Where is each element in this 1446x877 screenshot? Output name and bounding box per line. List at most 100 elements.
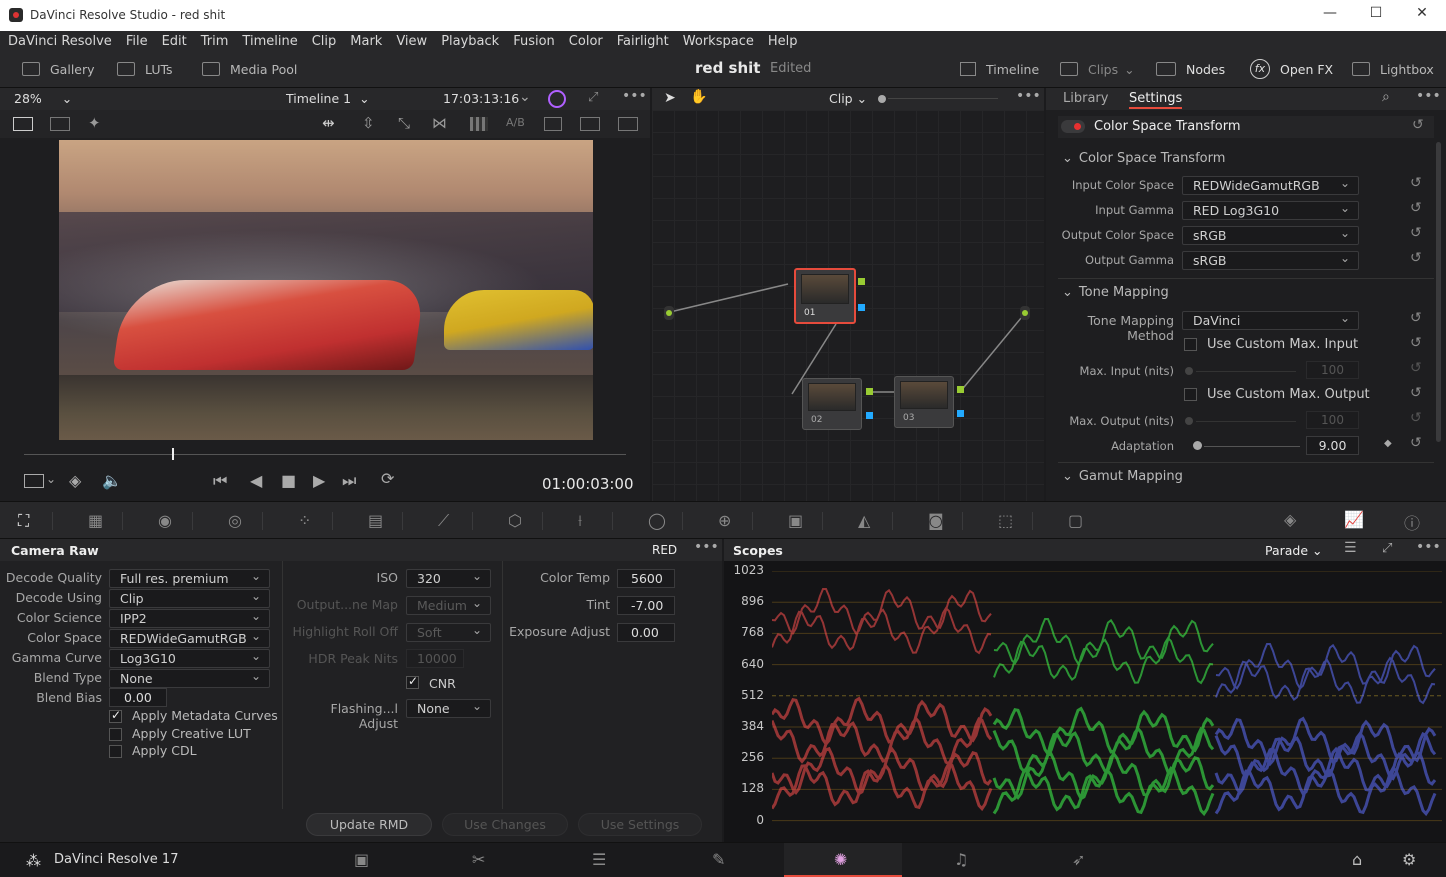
magic-wand-icon[interactable]: ✦	[88, 114, 101, 132]
raw-checkbox[interactable]	[109, 710, 122, 723]
reset-icon[interactable]: ↺	[1410, 250, 1422, 266]
reset-icon[interactable]: ↺	[1410, 310, 1422, 326]
viewer-mode-icon[interactable]	[24, 474, 44, 488]
menu-timeline[interactable]: Timeline	[242, 34, 297, 49]
lightbox-button[interactable]: Lightbox	[1352, 59, 1434, 79]
source-input[interactable]	[664, 306, 674, 320]
color-wheels-icon[interactable]: ◉	[158, 511, 172, 530]
playhead[interactable]	[172, 448, 174, 460]
max-output-field[interactable]: 100	[1306, 411, 1359, 429]
more-options-icon[interactable]: •••	[622, 88, 647, 104]
effect-toggle[interactable]	[1061, 120, 1085, 133]
flashing-dropdown[interactable]: None	[406, 699, 491, 718]
play-reverse-icon[interactable]: ◀	[250, 471, 262, 490]
tab-settings[interactable]: Settings	[1129, 91, 1183, 109]
raw-mid-dropdown[interactable]: 320	[406, 569, 491, 588]
menu-help[interactable]: Help	[768, 34, 798, 49]
zoom-dropdown[interactable]: 28% ⌄	[14, 91, 72, 106]
reset-icon[interactable]: ↺	[1410, 435, 1422, 451]
wipe-vertical-icon[interactable]: ⇳	[362, 114, 375, 132]
rgb-output[interactable]	[866, 388, 873, 395]
audio-icon[interactable]: 🔈	[102, 471, 122, 490]
use-changes-button[interactable]: Use Changes	[442, 813, 568, 836]
blend-bias-field[interactable]: 0.00	[109, 688, 167, 707]
reset-icon[interactable]: ↺	[1410, 385, 1422, 401]
color-wheel-icon[interactable]	[548, 90, 566, 108]
color-warper-icon[interactable]: ⬡	[508, 511, 522, 530]
openfx-button[interactable]: fx Open FX	[1250, 59, 1333, 79]
hdr-peak-field[interactable]: 10000	[406, 649, 464, 668]
skip-to-start-icon[interactable]: ⏮	[213, 471, 227, 491]
reset-icon[interactable]: ↺	[1410, 225, 1422, 241]
luts-button[interactable]: LUTs	[117, 59, 173, 79]
window-icon[interactable]: ◯	[648, 511, 666, 530]
curves-icon[interactable]: ⟋	[438, 511, 449, 531]
cs-field-dropdown[interactable]: REDWideGamutRGB	[1182, 176, 1359, 195]
chevron-down-icon[interactable]: ⌄	[46, 472, 56, 486]
section-gamut-mapping[interactable]: ⌄ Gamut Mapping	[1062, 469, 1183, 484]
more-options-icon[interactable]: •••	[694, 539, 719, 555]
raw-field-dropdown[interactable]: Log3G10	[109, 649, 270, 668]
skip-to-end-icon[interactable]: ⏭	[342, 471, 356, 491]
sizing-icon[interactable]: ⬚	[998, 511, 1013, 530]
fairlight-page-icon[interactable]: ♫	[954, 850, 968, 869]
scopes-icon[interactable]: 📈	[1344, 510, 1364, 529]
raw-right-field[interactable]: -7.00	[617, 596, 675, 615]
raw-field-dropdown[interactable]: None	[109, 669, 270, 688]
deliver-page-icon[interactable]: ➶	[1072, 850, 1085, 869]
raw-mid-dropdown[interactable]: Soft	[406, 623, 491, 642]
more-options-icon[interactable]: •••	[1416, 88, 1441, 104]
play-icon[interactable]: ▶	[313, 471, 325, 490]
ab-wipe-button[interactable]: A/B	[506, 116, 525, 129]
keyframes-icon[interactable]: ◈	[1284, 510, 1296, 529]
node-02[interactable]: 02	[802, 378, 862, 430]
color-page-tab[interactable]: ✺	[784, 843, 902, 877]
rgb-output[interactable]	[858, 278, 865, 285]
blur-icon[interactable]: ◭	[858, 511, 870, 530]
menu-workspace[interactable]: Workspace	[683, 34, 754, 49]
raw-mid-dropdown[interactable]: Medium	[406, 596, 491, 615]
checkerboard-icon[interactable]	[470, 117, 488, 131]
raw-checkbox[interactable]	[109, 745, 122, 758]
inspector-scrollbar[interactable]	[1436, 142, 1441, 442]
edit-page-icon[interactable]: ☰	[592, 850, 606, 869]
scope-settings-icon[interactable]: ☰	[1344, 540, 1357, 556]
raw-field-dropdown[interactable]: Full res. premium	[109, 569, 270, 588]
adaptation-field[interactable]: 9.00	[1306, 436, 1359, 455]
menu-color[interactable]: Color	[569, 34, 603, 49]
max-output-slider-knob[interactable]	[1185, 417, 1193, 425]
home-icon[interactable]: ⌂	[1352, 850, 1362, 869]
menu-playback[interactable]: Playback	[441, 34, 499, 49]
max-input-field[interactable]: 100	[1306, 361, 1359, 379]
menu-fairlight[interactable]: Fairlight	[617, 34, 669, 49]
alpha-output[interactable]	[866, 412, 873, 419]
tab-library[interactable]: Library	[1063, 91, 1108, 106]
node-01[interactable]: 01	[794, 268, 856, 324]
minimize-button[interactable]: —	[1318, 5, 1342, 25]
scrub-bar[interactable]	[24, 454, 626, 455]
reset-icon[interactable]: ↺	[1410, 175, 1422, 191]
gallery-button[interactable]: Gallery	[22, 59, 95, 79]
settings-gear-icon[interactable]: ⚙	[1402, 850, 1416, 869]
stop-icon[interactable]: ■	[281, 471, 296, 490]
raw-field-dropdown[interactable]: IPP2	[109, 609, 270, 628]
alpha-output[interactable]	[858, 304, 865, 311]
key-icon[interactable]: ◙	[928, 511, 944, 530]
more-options-icon[interactable]: •••	[1416, 539, 1441, 555]
keyframe-icon[interactable]: ◆	[1384, 438, 1392, 449]
qualifier-icon[interactable]: ⟊	[578, 511, 582, 531]
cnr-checkbox[interactable]	[406, 676, 419, 689]
section-color-space-transform[interactable]: ⌄ Color Space Transform	[1062, 151, 1225, 166]
section-tone-mapping[interactable]: ⌄ Tone Mapping	[1062, 285, 1169, 300]
reset-icon[interactable]: ↺	[1410, 335, 1422, 351]
max-input-slider-knob[interactable]	[1185, 367, 1193, 375]
clips-button[interactable]: Clips ⌄	[1060, 59, 1135, 79]
menu-trim[interactable]: Trim	[201, 34, 229, 49]
menu-edit[interactable]: Edit	[162, 34, 187, 49]
timeline-button[interactable]: Timeline	[960, 59, 1039, 79]
wipe-swap-icon[interactable]: ⋈	[432, 114, 447, 132]
raw-right-field[interactable]: 5600	[617, 569, 675, 588]
fullscreen-icon[interactable]: ⤢	[588, 90, 598, 105]
menu-mark[interactable]: Mark	[350, 34, 382, 49]
media-page-icon[interactable]: ▣	[354, 850, 369, 869]
